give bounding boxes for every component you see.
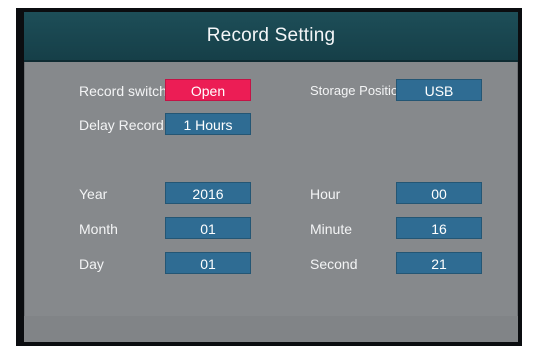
record-switch-field[interactable]: Open	[165, 79, 251, 101]
day-field[interactable]: 01	[165, 252, 251, 274]
storage-position-field[interactable]: USB	[396, 79, 482, 101]
month-field[interactable]: 01	[165, 217, 251, 239]
page-title: Record Setting	[206, 25, 336, 46]
month-label: Month	[79, 221, 118, 237]
delay-record-field[interactable]: 1 Hours	[165, 113, 251, 135]
bottom-band	[24, 316, 518, 342]
year-field[interactable]: 2016	[165, 182, 251, 204]
title-bar: Record Setting	[24, 12, 518, 62]
record-setting-panel: Record Setting Record switch Open Storag…	[24, 12, 518, 342]
minute-field[interactable]: 16	[396, 217, 482, 239]
delay-record-label: Delay Record	[79, 117, 164, 133]
hour-field[interactable]: 00	[396, 182, 482, 204]
year-label: Year	[79, 186, 108, 202]
second-label: Second	[310, 256, 358, 272]
storage-position-label: Storage Position	[310, 83, 406, 98]
day-label: Day	[79, 256, 104, 272]
minute-label: Minute	[310, 221, 353, 237]
second-field[interactable]: 21	[396, 252, 482, 274]
record-switch-label: Record switch	[79, 83, 167, 99]
hour-label: Hour	[310, 186, 341, 202]
